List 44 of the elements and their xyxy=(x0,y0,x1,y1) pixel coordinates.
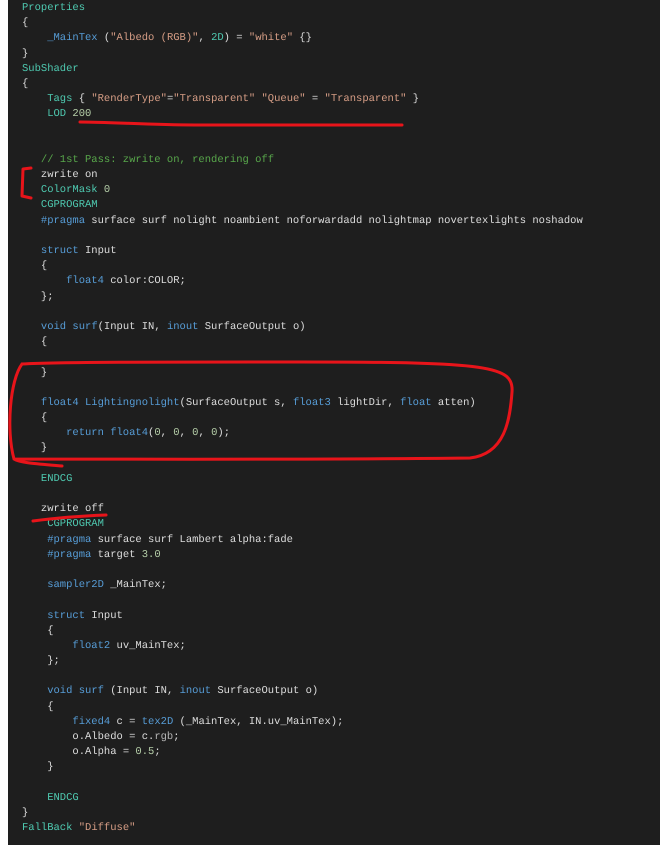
code-line: _MainTex ("Albedo (RGB)", 2D) = "white" {} xyxy=(47,31,312,46)
code-line: } xyxy=(47,760,54,776)
code-line: #pragma surface surf Lambert alpha:fade xyxy=(47,532,293,548)
code-line: fixed4 c = tex2D (_MainTex, IN.uv_MainTex); xyxy=(72,714,344,730)
code-line: ENDCG xyxy=(40,472,72,487)
code-line: // 1st Pass: zwrite on, rendering off xyxy=(40,152,274,168)
code-line: Properties xyxy=(22,1,86,16)
code-line: }; xyxy=(40,290,54,305)
code-line: Tags { "RenderType"="Transparent" "Queue" = "Transparent" } xyxy=(47,92,420,108)
code-line: o.Albedo = c.rgb; xyxy=(72,730,180,745)
code-line: ENDCG xyxy=(47,790,79,806)
code-line: SubShader xyxy=(22,62,79,77)
code-line: } xyxy=(40,366,48,380)
code-line: CGPROGRAM xyxy=(47,517,104,532)
code-line: zwrite off xyxy=(40,502,104,518)
code-line: LOD 200 xyxy=(47,107,92,122)
code-line: float4 Lightingnolight(SurfaceOutput s, float3 lightDir, float atten) xyxy=(40,396,476,411)
annotation-bracket xyxy=(20,166,32,200)
code-line: void surf(Input IN, inout SurfaceOutput o) xyxy=(40,320,306,335)
code-line: struct Input xyxy=(47,608,123,624)
code-line: return float4(0, 0, 0, 0); xyxy=(66,426,230,442)
code-line: #pragma target 3.0 xyxy=(47,548,161,563)
code-line: { xyxy=(22,16,28,32)
code-line: void surf (Input IN, inout SurfaceOutput o) xyxy=(47,684,318,700)
code-line: ColorMask 0 xyxy=(40,183,110,198)
code-line: { xyxy=(40,335,48,350)
code-line: float4 color:COLOR; xyxy=(66,274,186,290)
code-line: { xyxy=(22,76,28,92)
code-line: CGPROGRAM xyxy=(40,198,98,214)
code-line: FallBack "Diffuse" xyxy=(22,821,136,836)
code-line: } xyxy=(40,441,48,456)
code-line: { xyxy=(47,624,54,639)
code-line: struct Input xyxy=(40,244,117,259)
code-line: { xyxy=(40,259,48,274)
code-line: sampler2D _MainTex; xyxy=(47,578,167,594)
code-line: zwrite on xyxy=(40,168,98,184)
code-line: }; xyxy=(47,654,60,670)
code-line: } xyxy=(22,46,28,62)
code-line: { xyxy=(40,411,48,426)
code-line: } xyxy=(22,806,28,821)
code-line: float2 uv_MainTex; xyxy=(72,638,186,654)
code-line: o.Alpha = 0.5; xyxy=(72,745,161,760)
code-line: { xyxy=(47,700,54,715)
code-line: #pragma surface surf nolight noambient noforwardadd nolightmap novertexlights noshadow xyxy=(40,214,583,229)
